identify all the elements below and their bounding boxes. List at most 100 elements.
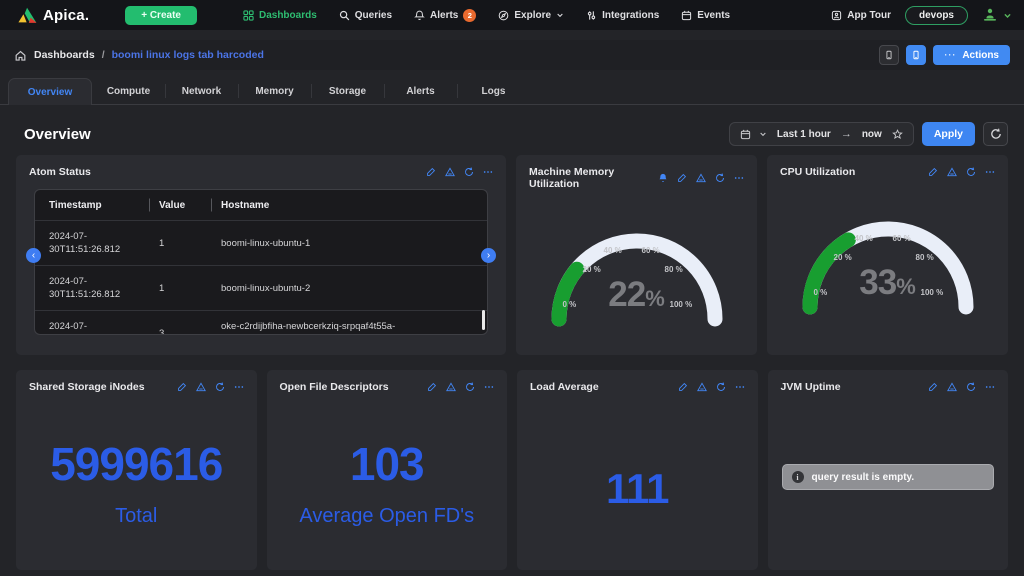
star-icon[interactable] xyxy=(892,129,903,140)
time-range-picker[interactable]: Last 1 hour → now xyxy=(729,122,914,146)
panel-icons xyxy=(678,382,745,392)
nav-item-dashboards[interactable]: Dashboards xyxy=(243,10,317,21)
user-menu[interactable] xyxy=(982,8,1012,22)
avatar-icon xyxy=(982,8,998,22)
create-button[interactable]: + Create xyxy=(125,6,197,25)
alert-rule-icon[interactable] xyxy=(445,167,455,177)
apica-logo[interactable]: Apica. xyxy=(18,7,89,24)
sync-icon[interactable] xyxy=(215,382,225,392)
col-hostname: Hostname xyxy=(221,200,473,211)
mobile-view-button[interactable] xyxy=(879,45,899,65)
breadcrumb-bar: Dashboards / boomi linux logs tab harcod… xyxy=(0,40,1024,70)
more-icon[interactable] xyxy=(234,382,244,392)
bell-icon[interactable] xyxy=(658,173,668,183)
gauge-tick: 80 % xyxy=(665,265,683,274)
stat-value: 103 xyxy=(350,437,424,491)
nav-item-integrations[interactable]: Integrations xyxy=(586,10,659,21)
edit-icon[interactable] xyxy=(928,167,938,177)
nav-item-explore[interactable]: Explore xyxy=(498,10,564,21)
panel-row-1: Atom Status Timestamp Value Hostname 202… xyxy=(16,155,1008,355)
edit-icon[interactable] xyxy=(426,167,436,177)
edit-icon[interactable] xyxy=(678,382,688,392)
workspace-pill[interactable]: devops xyxy=(905,6,968,25)
carousel-next-button[interactable]: › xyxy=(481,248,496,263)
carousel-prev-button[interactable]: ‹ xyxy=(26,248,41,263)
stat-value: 111 xyxy=(606,465,668,513)
sliders-icon xyxy=(586,10,597,21)
nav-label: Dashboards xyxy=(259,10,317,21)
edit-icon[interactable] xyxy=(177,382,187,392)
alert-rule-icon[interactable] xyxy=(446,382,456,392)
bell-icon xyxy=(414,10,425,21)
more-icon[interactable] xyxy=(985,382,995,392)
tab-memory[interactable]: Memory xyxy=(238,78,311,104)
sync-icon[interactable] xyxy=(715,173,725,183)
stat-label: Total xyxy=(115,505,157,528)
actions-button[interactable]: ··· Actions xyxy=(933,45,1010,65)
tab-logs[interactable]: Logs xyxy=(457,78,530,104)
alert-rule-icon[interactable] xyxy=(947,167,957,177)
gauge-tick: 60 % xyxy=(642,246,660,255)
table-header: Timestamp Value Hostname xyxy=(35,190,487,220)
breadcrumb-separator: / xyxy=(102,49,105,61)
tab-compute[interactable]: Compute xyxy=(92,78,165,104)
app-tour-button[interactable]: App Tour xyxy=(831,10,891,21)
more-icon[interactable] xyxy=(735,382,745,392)
arrow-right-icon: → xyxy=(841,128,852,140)
nav-label: Queries xyxy=(355,10,392,21)
more-icon[interactable] xyxy=(985,167,995,177)
calendar-icon xyxy=(681,10,692,21)
apply-button[interactable]: Apply xyxy=(922,122,975,146)
tab-alerts[interactable]: Alerts xyxy=(384,78,457,104)
actions-label: Actions xyxy=(962,50,999,61)
refresh-button[interactable] xyxy=(983,122,1008,146)
dashboard-tabs: Overview Compute Network Memory Storage … xyxy=(0,78,1024,105)
sync-icon[interactable] xyxy=(716,382,726,392)
home-icon[interactable] xyxy=(14,49,27,62)
more-icon[interactable] xyxy=(484,382,494,392)
panel-title: Atom Status xyxy=(29,166,91,178)
more-icon[interactable] xyxy=(734,173,744,183)
alert-rule-icon[interactable] xyxy=(196,382,206,392)
tab-network[interactable]: Network xyxy=(165,78,238,104)
nav-item-events[interactable]: Events xyxy=(681,10,730,21)
tab-overview[interactable]: Overview xyxy=(8,78,92,105)
nav-item-queries[interactable]: Queries xyxy=(339,10,392,21)
gauge-tick: 40 % xyxy=(855,234,873,243)
sync-icon[interactable] xyxy=(464,167,474,177)
cell-hostname: oke-c2rdijbfiha-newbcerkziq-srpqaf4t55a-… xyxy=(221,320,473,335)
stat-value: 5999616 xyxy=(50,437,222,491)
breadcrumb-root[interactable]: Dashboards xyxy=(34,49,95,61)
alert-rule-icon[interactable] xyxy=(696,173,706,183)
cell-timestamp: 2024-07-30T11:51:26.812 xyxy=(49,320,149,335)
cell-hostname: boomi-linux-ubuntu-2 xyxy=(221,282,473,295)
panel-shared-storage-inodes: Shared Storage iNodes 5999616 Total xyxy=(16,370,257,570)
time-to[interactable]: now xyxy=(860,129,884,140)
tour-icon xyxy=(831,10,842,21)
panel-header: Machine Memory Utilization xyxy=(516,155,757,195)
alert-rule-icon[interactable] xyxy=(697,382,707,392)
panel-jvm-uptime: JVM Uptime i query result is empty. xyxy=(768,370,1009,570)
sync-icon[interactable] xyxy=(966,382,976,392)
gauge-tick: 40 % xyxy=(604,246,622,255)
breadcrumb-current[interactable]: boomi linux logs tab harcoded xyxy=(112,49,264,61)
edit-icon[interactable] xyxy=(677,173,687,183)
tab-storage[interactable]: Storage xyxy=(311,78,384,104)
nav-item-alerts[interactable]: Alerts 2 xyxy=(414,9,476,22)
time-from[interactable]: Last 1 hour xyxy=(775,129,833,140)
panel-title: Load Average xyxy=(530,381,599,393)
sync-icon[interactable] xyxy=(465,382,475,392)
panel-title: Machine Memory Utilization xyxy=(529,166,658,190)
panel-load-average: Load Average 111 xyxy=(517,370,758,570)
sync-icon[interactable] xyxy=(966,167,976,177)
app-tour-label: App Tour xyxy=(847,10,891,21)
edit-icon[interactable] xyxy=(427,382,437,392)
brand-name: Apica. xyxy=(43,7,89,24)
edit-icon[interactable] xyxy=(928,382,938,392)
chevron-down-icon xyxy=(759,130,767,138)
tv-mode-button[interactable] xyxy=(906,45,926,65)
more-icon[interactable] xyxy=(483,167,493,177)
alert-rule-icon[interactable] xyxy=(947,382,957,392)
panel-title: Shared Storage iNodes xyxy=(29,381,145,393)
panel-cpu-utilization: CPU Utilization 0 % 20 % 40 % 60 % 80 % … xyxy=(767,155,1008,355)
